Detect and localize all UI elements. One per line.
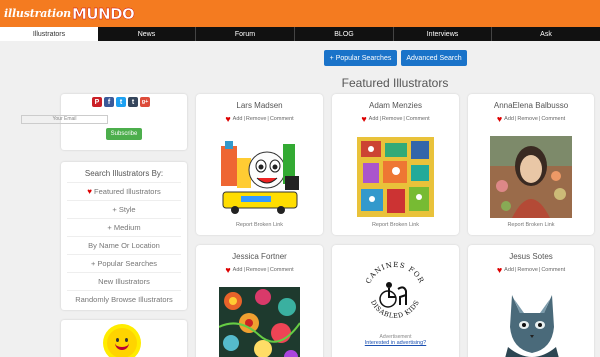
illustrator-card-jessica-fortner: Jessica Fortner ♥ Add | Remove | Comment	[196, 245, 323, 357]
floral-pattern-illustration	[219, 287, 300, 357]
report-broken-link[interactable]: Report Broken Link	[196, 222, 323, 228]
comment-link[interactable]: Comment	[270, 267, 294, 273]
illustrator-name[interactable]: Adam Menzies	[332, 101, 459, 110]
nav-forum[interactable]: Forum	[196, 27, 295, 41]
cat-illustration	[494, 287, 570, 357]
remove-link[interactable]: Remove	[517, 267, 537, 273]
canines-for-disabled-kids-logo: CANINES FOR DISABLED KIDS	[364, 261, 425, 320]
illustration-image[interactable]	[219, 287, 300, 357]
remove-link[interactable]: Remove	[517, 116, 537, 122]
svg-text:CANINES FOR: CANINES FOR	[364, 261, 425, 285]
nav-ask[interactable]: Ask	[492, 27, 600, 41]
sun-eye	[125, 338, 128, 342]
remove-link[interactable]: Remove	[246, 267, 266, 273]
email-input[interactable]: Your Email	[21, 115, 108, 124]
illustration-image[interactable]	[219, 138, 301, 218]
report-broken-link[interactable]: Report Broken Link	[332, 222, 459, 228]
card-actions: ♥ Add | Remove | Comment	[361, 114, 430, 124]
heart-icon[interactable]: ♥	[225, 265, 230, 275]
comment-link[interactable]: Comment	[406, 116, 430, 122]
sun-mouth	[115, 343, 129, 350]
heart-icon: ♥	[87, 187, 93, 196]
main-nav: Illustrators News Forum BLOG Interviews …	[0, 27, 600, 41]
google-plus-icon[interactable]: g+	[140, 97, 150, 107]
comment-link[interactable]: Comment	[541, 267, 565, 273]
illustrator-card-jesus-sotes: Jesus Sotes ♥ Add | Remove | Comment	[468, 245, 594, 357]
heart-icon[interactable]: ♥	[361, 114, 366, 124]
illustrator-name[interactable]: AnnaElena Balbusso	[468, 101, 594, 110]
advertise-link[interactable]: Interested in advertising?	[332, 340, 459, 346]
nav-illustrators[interactable]: Illustrators	[0, 27, 98, 41]
comment-link[interactable]: Comment	[541, 116, 565, 122]
comment-link[interactable]: Comment	[270, 116, 294, 122]
search-by-box: Search Illustrators By: ♥ Featured Illust…	[61, 162, 187, 310]
popular-searches-button[interactable]: + Popular Searches	[324, 50, 397, 66]
social-icons: P f t t g+	[92, 97, 150, 107]
smiling-sun-image[interactable]	[107, 328, 137, 357]
nav-news[interactable]: News	[98, 27, 196, 41]
illustrator-card-annaelena-balbusso: AnnaElena Balbusso ♥ Add | Remove | Commen…	[468, 94, 594, 235]
heart-icon[interactable]: ♥	[225, 114, 230, 124]
add-link[interactable]: Add	[504, 267, 514, 273]
illustrator-name[interactable]: Jessica Fortner	[196, 252, 323, 261]
card-actions: ♥ Add | Remove | Comment	[225, 265, 294, 275]
add-link[interactable]: Add	[504, 116, 514, 122]
page-title: Featured Illustrators	[341, 76, 449, 90]
add-link[interactable]: Add	[233, 116, 243, 122]
advertisement-card: CANINES FOR DISABLED KIDS Advertisement …	[332, 245, 459, 357]
search-medium[interactable]: + Medium	[67, 218, 181, 236]
illustration-image[interactable]	[494, 287, 570, 357]
site-logo[interactable]: illustration MUNDO	[4, 4, 135, 23]
logo-text-illustration: illustration	[4, 7, 71, 20]
portrait-woman-illustration	[490, 136, 572, 218]
search-featured-illustrators[interactable]: ♥ Featured Illustrators	[67, 182, 181, 200]
advanced-search-button[interactable]: Advanced Search	[401, 50, 467, 66]
twitter-icon[interactable]: t	[116, 97, 126, 107]
nav-blog[interactable]: BLOG	[295, 27, 394, 41]
search-popular[interactable]: + Popular Searches	[67, 254, 181, 272]
illustration-image[interactable]	[357, 137, 434, 217]
subscribe-button[interactable]: Subscribe	[106, 128, 142, 140]
illustrator-name[interactable]: Jesus Sotes	[468, 252, 594, 261]
ad-logo-image[interactable]: CANINES FOR DISABLED KIDS	[360, 259, 430, 329]
sun-eye	[116, 338, 119, 342]
card-actions: ♥ Add | Remove | Comment	[496, 114, 566, 124]
illustrator-card-lars-madsen: Lars Madsen ♥ Add | Remove | Comment Repor…	[196, 94, 323, 235]
search-random[interactable]: Randomly Browse Illustrators	[67, 290, 181, 308]
search-name-location[interactable]: By Name Or Location	[67, 236, 181, 254]
illustrator-name[interactable]: Lars Madsen	[196, 101, 323, 110]
pinterest-icon[interactable]: P	[92, 97, 102, 107]
card-actions: ♥ Add | Remove | Comment	[225, 114, 294, 124]
tumblr-icon[interactable]: t	[128, 97, 138, 107]
remove-link[interactable]: Remove	[382, 116, 402, 122]
remove-link[interactable]: Remove	[246, 116, 266, 122]
card-actions: ♥ Add | Remove | Comment	[496, 265, 566, 275]
add-link[interactable]: Add	[369, 116, 379, 122]
facebook-icon[interactable]: f	[104, 97, 114, 107]
heart-icon[interactable]: ♥	[497, 114, 502, 124]
site-header: illustration MUNDO	[0, 0, 600, 27]
heart-icon[interactable]: ♥	[497, 265, 502, 275]
nav-interviews[interactable]: Interviews	[394, 27, 492, 41]
search-new-illustrators[interactable]: New Illustrators	[67, 272, 181, 290]
search-by-title: Search Illustrators By:	[84, 169, 164, 178]
report-broken-link[interactable]: Report Broken Link	[468, 222, 594, 228]
illustration-image[interactable]	[490, 136, 572, 218]
busy-crowd-illustration	[357, 137, 434, 217]
add-link[interactable]: Add	[233, 267, 243, 273]
search-style[interactable]: + Style	[67, 200, 181, 218]
illustrator-card-adam-menzies: Adam Menzies ♥ Add | Remove | Comment Repo…	[332, 94, 459, 235]
nyc-collage-illustration	[219, 138, 301, 218]
sun-promo-box	[61, 320, 187, 357]
search-item-label: Featured Illustrators	[94, 187, 161, 196]
logo-text-mundo: MUNDO	[71, 4, 135, 23]
